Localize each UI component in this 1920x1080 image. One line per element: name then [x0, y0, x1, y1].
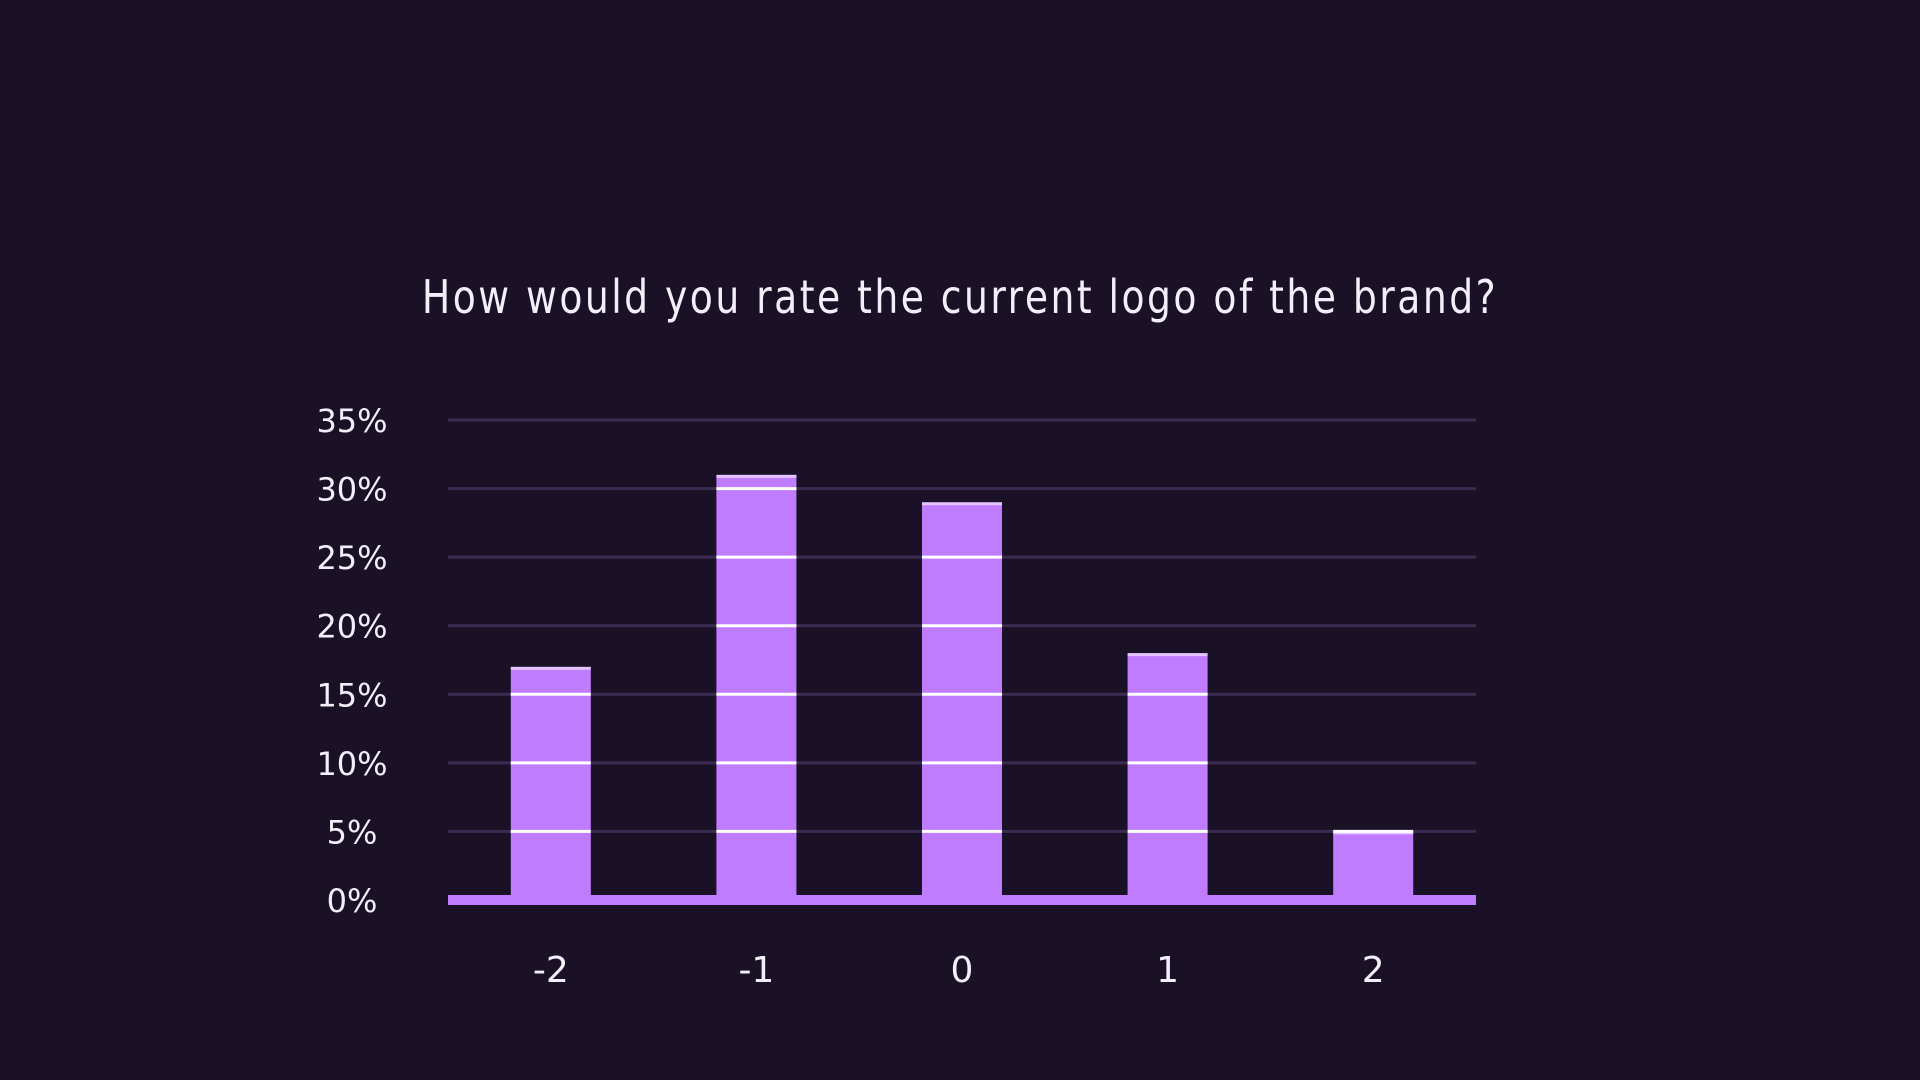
y-tick-label: 20% [316, 608, 387, 646]
bar [716, 474, 797, 900]
y-tick-label: 10% [316, 745, 387, 783]
x-tick-label: -1 [738, 950, 774, 991]
chart-container: How would you rate the current logo of t… [0, 0, 1920, 1080]
bar [1127, 653, 1208, 900]
y-tick-label: 5% [327, 813, 378, 851]
bar [922, 502, 1002, 900]
x-tick-label: -2 [533, 950, 569, 991]
y-tick-label: 35% [316, 402, 387, 440]
bar-chart: 0% 5% 10% 15% 20% 25% 30% 35% -2 -1 0 1 2 [316, 402, 1476, 991]
bars [448, 474, 1476, 905]
y-tick-label: 0% [327, 882, 378, 920]
x-tick-label: 0 [951, 950, 974, 991]
y-tick-label: 15% [316, 676, 387, 714]
y-tick-label: 30% [316, 471, 387, 509]
bar [1333, 831, 1414, 900]
x-tick-label: 1 [1156, 950, 1179, 991]
y-tick-label: 25% [316, 539, 387, 577]
y-axis-ticks: 0% 5% 10% 15% 20% 25% 30% 35% [316, 402, 387, 920]
x-axis-ticks: -2 -1 0 1 2 [533, 950, 1385, 991]
x-tick-label: 2 [1362, 950, 1385, 991]
bar [510, 666, 591, 900]
